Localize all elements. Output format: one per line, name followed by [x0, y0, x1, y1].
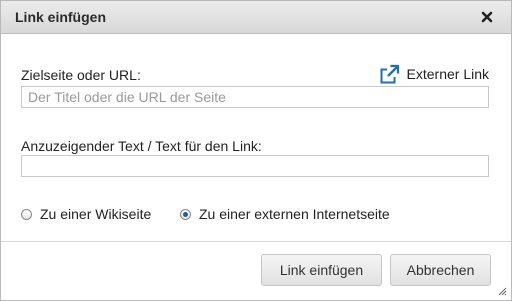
external-link-toggle[interactable]: Externer Link — [380, 64, 489, 84]
radio-label: Zu einer externen Internetseite — [199, 206, 390, 222]
radio-button-checked[interactable] — [180, 208, 191, 220]
radio-wiki-page[interactable]: Zu einer Wikiseite — [21, 206, 151, 222]
dialog-titlebar[interactable]: Link einfügen — [1, 1, 511, 34]
target-label: Zielseite oder URL: — [21, 67, 141, 83]
radio-external-page[interactable]: Zu einer externen Internetseite — [180, 206, 390, 222]
radio-label: Zu einer Wikiseite — [40, 206, 152, 222]
resize-grip-icon[interactable] — [497, 286, 507, 296]
display-text-input[interactable] — [21, 155, 489, 177]
dialog-title: Link einfügen — [15, 9, 106, 25]
cancel-button[interactable]: Abbrechen — [390, 254, 491, 286]
close-icon[interactable] — [479, 9, 495, 25]
external-link-icon — [380, 64, 399, 84]
display-text-label: Anzuzeigender Text / Text für den Link: — [21, 138, 262, 154]
link-insert-dialog: Link einfügen Zielseite oder URL: Extern… — [0, 0, 512, 301]
divider — [1, 241, 511, 242]
radio-button[interactable] — [21, 208, 32, 220]
insert-link-button[interactable]: Link einfügen — [261, 254, 382, 286]
target-input[interactable] — [21, 86, 489, 108]
external-link-label: Externer Link — [406, 66, 489, 82]
